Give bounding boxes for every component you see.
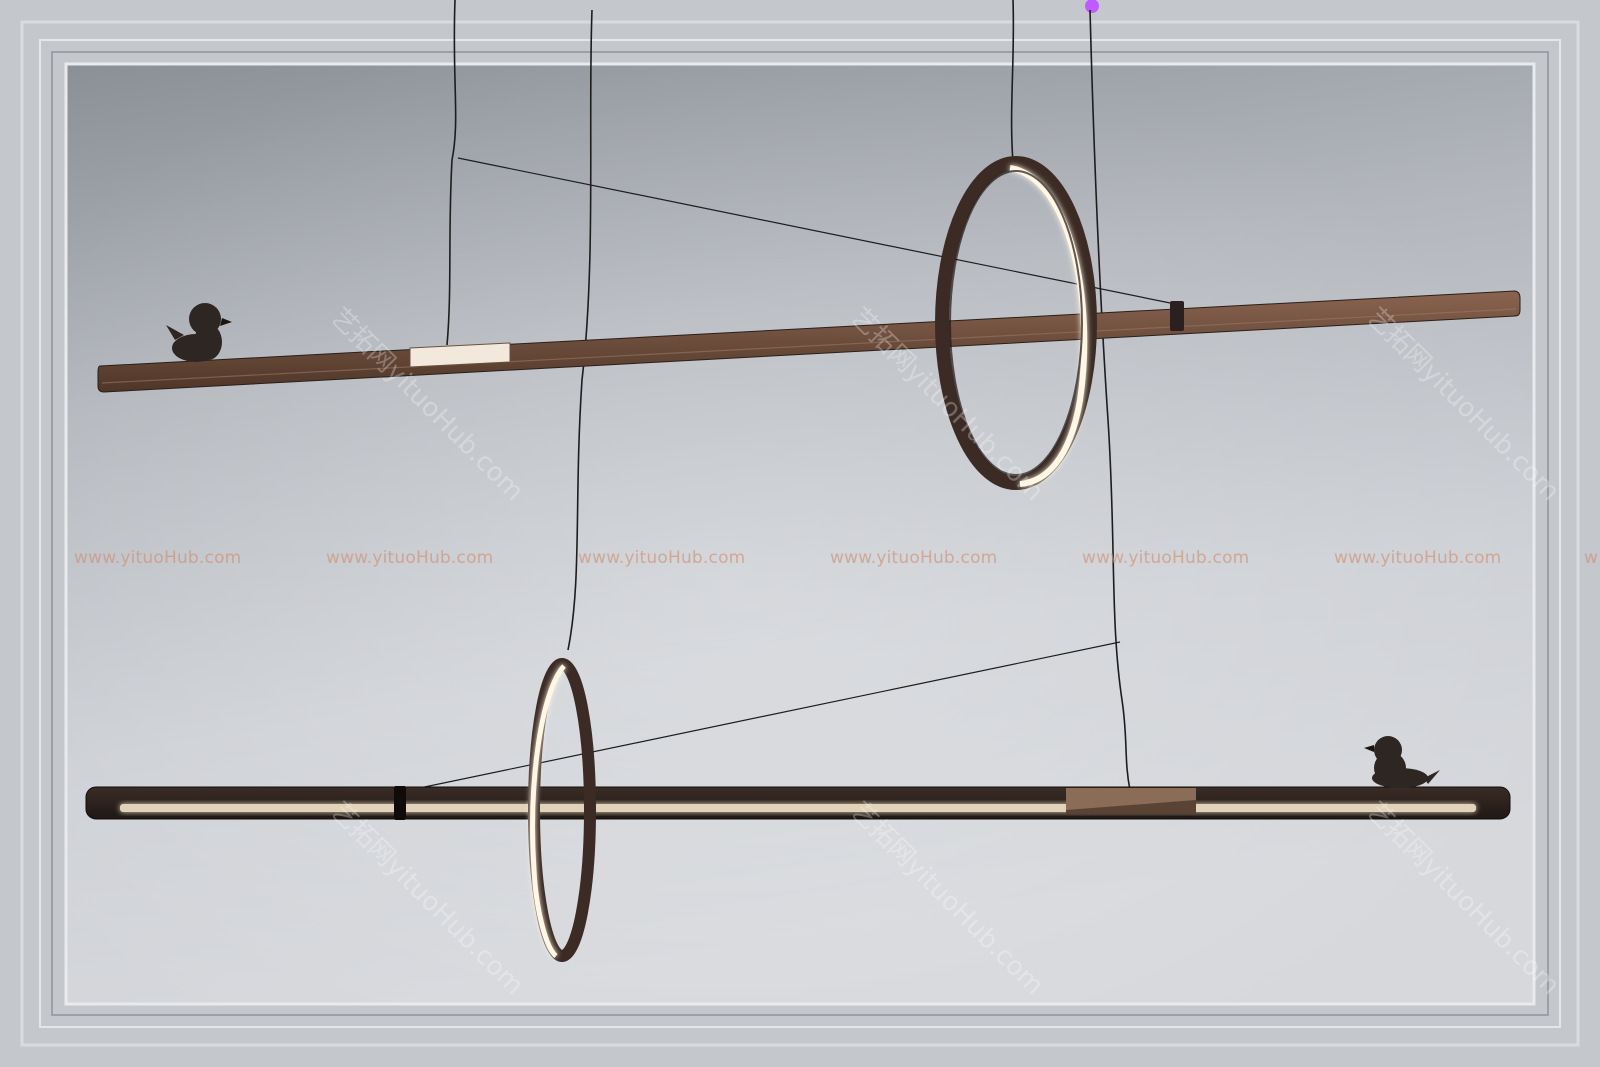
watermark-text: www.yituoHub.com <box>74 548 242 568</box>
watermark-text: www.yituoHub.com <box>1334 548 1502 568</box>
watermark-text: www.yituoHub.com <box>326 548 494 568</box>
watermark-text: www.yituoHub.com <box>578 548 746 568</box>
watermark-row: www.yituoHub.com www.yituoHub.com www.yi… <box>0 548 1600 572</box>
watermark-text: w <box>1584 548 1599 568</box>
wall-with-pendant-lamps <box>0 0 1600 1067</box>
lower-linear-bar <box>85 786 1511 820</box>
lamp-render-scene: www.yituoHub.com www.yituoHub.com www.yi… <box>0 0 1600 1067</box>
watermark-text: www.yituoHub.com <box>830 548 998 568</box>
watermark-text: www.yituoHub.com <box>1082 548 1250 568</box>
